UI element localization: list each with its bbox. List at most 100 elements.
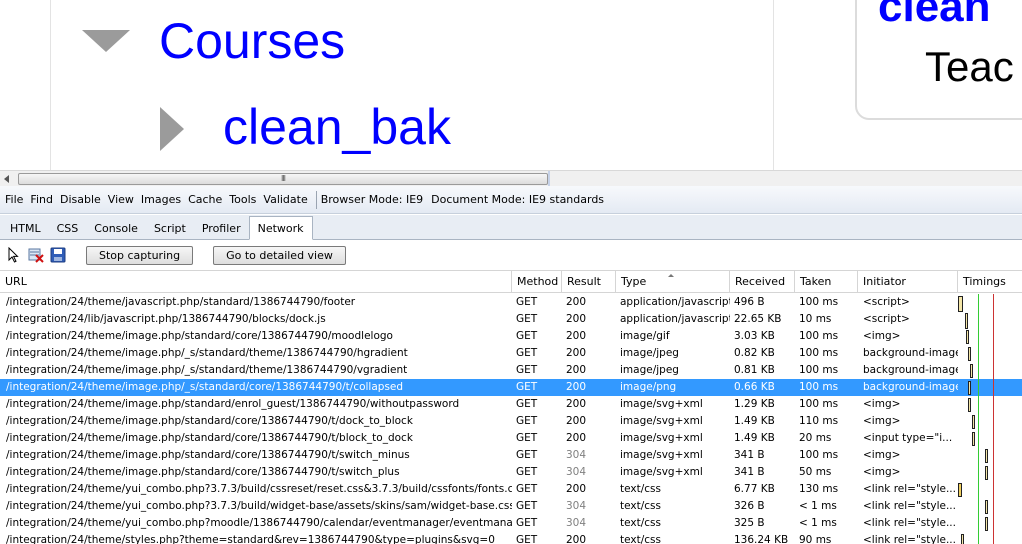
timing-bar (958, 483, 962, 497)
menu-images[interactable]: Images (141, 193, 181, 206)
cell-received: 325 B (734, 517, 765, 529)
tab-html[interactable]: HTML (2, 217, 49, 239)
stop-capturing-button[interactable]: Stop capturing (86, 245, 194, 265)
page-preview: Courses clean_bak clean Teac (0, 0, 1022, 170)
table-row[interactable]: /integration/24/theme/image.php/standard… (0, 464, 1022, 481)
cell-type: image/svg+xml (620, 449, 703, 461)
table-row[interactable]: /integration/24/theme/yui_combo.php?3.7.… (0, 498, 1022, 515)
cell-url: /integration/24/theme/image.php/standard… (6, 398, 460, 410)
cell-taken: 100 ms (799, 296, 839, 308)
cell-received: 6.77 KB (734, 483, 775, 495)
menu-find[interactable]: Find (30, 193, 53, 206)
timing-bar (968, 381, 971, 395)
cell-type: image/svg+xml (620, 466, 703, 478)
cell-initiator: background-image (863, 364, 958, 376)
menu-view[interactable]: View (108, 193, 134, 206)
column-header-taken[interactable]: Taken (795, 271, 858, 293)
clean-bak-link[interactable]: clean_bak (223, 98, 451, 156)
column-header-timings[interactable]: Timings (958, 271, 1022, 293)
tab-script[interactable]: Script (146, 217, 194, 239)
cell-url: /integration/24/theme/yui_combo.php?3.7.… (6, 500, 512, 512)
cell-received: 496 B (734, 296, 765, 308)
cell-initiator: <img> (863, 466, 901, 478)
scroll-left-icon[interactable] (4, 175, 9, 183)
table-row[interactable]: /integration/24/theme/image.php/_s/stand… (0, 379, 1022, 396)
table-row[interactable]: /integration/24/theme/image.php/standard… (0, 430, 1022, 447)
menu-cache[interactable]: Cache (188, 193, 222, 206)
cell-type: text/css (620, 517, 661, 529)
cell-received: 136.24 KB (734, 534, 789, 544)
cell-initiator: <link rel="style... (863, 500, 956, 512)
table-row[interactable]: /integration/24/theme/yui_combo.php?mood… (0, 515, 1022, 532)
column-header-type[interactable]: Type (616, 271, 730, 293)
timing-bar (985, 466, 988, 480)
timing-bar (961, 534, 964, 544)
cell-method: GET (516, 432, 538, 444)
cell-type: image/svg+xml (620, 415, 703, 427)
detailed-view-button[interactable]: Go to detailed view (213, 245, 346, 265)
column-header-url[interactable]: URL (0, 271, 512, 293)
timing-bar (972, 415, 975, 429)
card-title[interactable]: clean (878, 0, 991, 32)
table-row[interactable]: /integration/24/theme/image.php/standard… (0, 396, 1022, 413)
cell-initiator: <img> (863, 415, 901, 427)
timing-bar (970, 364, 973, 378)
column-header-result[interactable]: Result (562, 271, 616, 293)
table-row[interactable]: /integration/24/theme/image.php/standard… (0, 447, 1022, 464)
table-row[interactable]: /integration/24/theme/image.php/_s/stand… (0, 362, 1022, 379)
tab-css[interactable]: CSS (49, 217, 87, 239)
cell-type: image/jpeg (620, 364, 679, 376)
horizontal-scrollbar[interactable]: III (0, 170, 1022, 187)
collapsed-arrow-icon[interactable] (160, 107, 184, 151)
tab-profiler[interactable]: Profiler (194, 217, 249, 239)
column-header-method[interactable]: Method (512, 271, 562, 293)
cell-taken: 100 ms (799, 330, 839, 342)
menu-tools[interactable]: Tools (229, 193, 256, 206)
preview-main-column: Courses clean_bak (0, 0, 774, 170)
cell-type: application/javascript (620, 296, 730, 308)
tab-network[interactable]: Network (248, 216, 313, 240)
document-mode-menu[interactable]: Document Mode: IE9 standards (431, 193, 604, 206)
cell-method: GET (516, 483, 538, 495)
cell-initiator: <script> (863, 313, 910, 325)
cell-type: text/css (620, 483, 661, 495)
table-row[interactable]: /integration/24/theme/yui_combo.php?3.7.… (0, 481, 1022, 498)
scrollbar-thumb[interactable]: III (18, 173, 548, 185)
table-row[interactable]: /integration/24/theme/javascript.php/sta… (0, 294, 1022, 312)
network-toolbar: Stop capturing Go to detailed view (0, 241, 1022, 269)
table-row[interactable]: /integration/24/theme/image.php/standard… (0, 328, 1022, 345)
save-icon[interactable] (50, 247, 66, 263)
column-header-initiator[interactable]: Initiator (858, 271, 958, 293)
menu-validate[interactable]: Validate (263, 193, 307, 206)
cell-method: GET (516, 534, 538, 544)
menu-file[interactable]: File (5, 193, 23, 206)
cell-url: /integration/24/theme/image.php/standard… (6, 415, 413, 427)
sort-ascending-icon (668, 274, 674, 277)
table-row[interactable]: /integration/24/theme/image.php/standard… (0, 413, 1022, 430)
timing-bar (966, 330, 969, 344)
cell-taken: < 1 ms (799, 500, 837, 512)
select-element-icon[interactable] (6, 246, 22, 263)
devtools-tabbar: HTML CSS Console Script Profiler Network (0, 215, 1022, 240)
cell-initiator: <script> (863, 296, 910, 308)
browser-mode-menu[interactable]: Browser Mode: IE9 (321, 193, 423, 206)
cell-taken: 100 ms (799, 398, 839, 410)
cell-initiator: <input type="i... (863, 432, 953, 444)
tab-console[interactable]: Console (86, 217, 146, 239)
table-row[interactable]: /integration/24/theme/image.php/_s/stand… (0, 345, 1022, 362)
table-row[interactable]: /integration/24/theme/styles.php?theme=s… (0, 532, 1022, 544)
expanded-arrow-icon[interactable] (82, 30, 130, 52)
cell-initiator: background-image (863, 347, 958, 359)
clear-entries-icon[interactable] (28, 247, 44, 263)
table-row[interactable]: /integration/24/lib/javascript.php/13867… (0, 311, 1022, 329)
courses-link[interactable]: Courses (159, 12, 345, 70)
cell-result: 200 (566, 415, 587, 427)
menu-separator (315, 190, 317, 209)
network-grid: URL Method Result Type Received Taken In… (0, 270, 1022, 544)
cell-method: GET (516, 500, 538, 512)
cell-url: /integration/24/theme/yui_combo.php?mood… (6, 517, 512, 529)
menu-disable[interactable]: Disable (60, 193, 101, 206)
developer-tools: File Find Disable View Images Cache Tool… (0, 186, 1022, 544)
cell-type: image/svg+xml (620, 398, 703, 410)
column-header-received[interactable]: Received (730, 271, 795, 293)
